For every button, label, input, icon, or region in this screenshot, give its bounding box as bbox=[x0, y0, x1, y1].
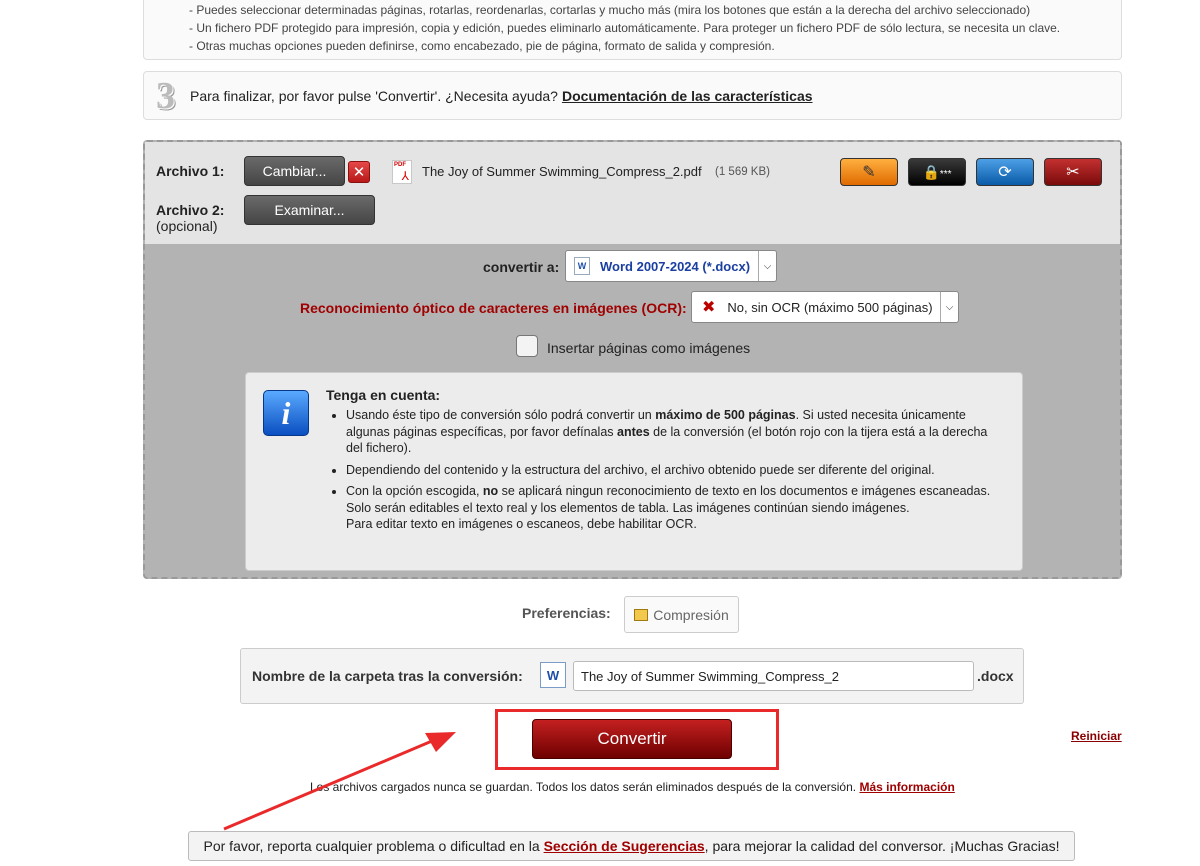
note-list: Usando éste tipo de conversión sólo podr… bbox=[326, 407, 1006, 533]
folder-name-box: Nombre de la carpeta tras la conversión:… bbox=[240, 648, 1024, 704]
features-info-box: - Puedes seleccionar determinadas página… bbox=[143, 0, 1122, 60]
info-line-2: - Un fichero PDF protegido para impresió… bbox=[189, 21, 1061, 35]
documentation-link[interactable]: Documentación de las características bbox=[562, 88, 813, 104]
note-title: Tenga en cuenta: bbox=[326, 387, 441, 403]
highlight-annotation bbox=[495, 709, 779, 770]
step-number: 3 bbox=[156, 74, 175, 117]
ocr-value: No, sin OCR (máximo 500 páginas) bbox=[727, 299, 933, 315]
feedback-box: Por favor, reporta cualquier problema o … bbox=[188, 831, 1075, 861]
ocr-label: Reconocimiento óptico de caracteres en i… bbox=[300, 300, 687, 316]
feedback-text-end: , para mejorar la calidad del conversor.… bbox=[704, 838, 1060, 854]
word-icon: W bbox=[540, 662, 566, 688]
x-icon: ✕ bbox=[352, 164, 366, 181]
lock-password-icon: 🔒*** bbox=[922, 163, 952, 180]
more-info-link[interactable]: Más información bbox=[859, 780, 954, 794]
info-line-1: - Puedes seleccionar determinadas página… bbox=[189, 3, 1031, 17]
compression-button[interactable]: Compresión bbox=[624, 596, 739, 633]
info-icon: i bbox=[263, 390, 309, 436]
conversion-panel: Archivo 1: Cambiar... ✕ PDF ⅄ The Joy of … bbox=[143, 140, 1122, 579]
password-button[interactable]: 🔒*** bbox=[908, 158, 966, 186]
output-format-value: Word 2007-2024 (*.docx) bbox=[600, 258, 751, 274]
ocr-select[interactable]: ✖ No, sin OCR (máximo 500 páginas) ⌵ bbox=[691, 291, 959, 323]
reset-link[interactable]: Reiniciar bbox=[1071, 729, 1122, 743]
folder-extension: .docx bbox=[977, 668, 1014, 684]
x-icon: ✖ bbox=[702, 299, 716, 316]
change-file-button[interactable]: Cambiar... bbox=[244, 156, 345, 186]
word-icon: W bbox=[574, 257, 590, 275]
files-area: Archivo 1: Cambiar... ✕ PDF ⅄ The Joy of … bbox=[145, 142, 1120, 244]
step-3-box: 3 Para finalizar, por favor pulse 'Conve… bbox=[143, 71, 1122, 120]
file2-optional: (opcional) bbox=[156, 218, 218, 234]
file-name: The Joy of Summer Swimming_Compress_2.pd… bbox=[422, 164, 702, 179]
insert-pages-label: Insertar páginas como imágenes bbox=[547, 340, 751, 356]
scissors-icon: ✂ bbox=[1066, 164, 1080, 181]
remove-file-button[interactable]: ✕ bbox=[348, 161, 370, 183]
feedback-text: Por favor, reporta cualquier problema o … bbox=[203, 838, 540, 854]
magic-wand-icon: ✎ bbox=[862, 164, 876, 181]
magic-wand-button[interactable]: ✎ bbox=[840, 158, 898, 186]
rotate-button[interactable]: ⟳ bbox=[976, 158, 1034, 186]
info-line-3: - Otras muchas opciones pueden definirse… bbox=[189, 39, 775, 53]
folder-name-label: Nombre de la carpeta tras la conversión: bbox=[252, 668, 523, 684]
folder-name-input[interactable]: The Joy of Summer Swimming_Compress_2 bbox=[573, 661, 974, 691]
step-3-text: Para finalizar, por favor pulse 'Convert… bbox=[190, 87, 558, 104]
rotate-icon: ⟳ bbox=[998, 164, 1012, 181]
compression-label: Compresión bbox=[653, 606, 729, 623]
file2-label: Archivo 2: bbox=[156, 202, 225, 218]
note-box: i Tenga en cuenta: Usando éste tipo de c… bbox=[245, 372, 1023, 571]
compression-icon bbox=[634, 608, 649, 621]
privacy-text: Los archivos cargados nunca se guardan. … bbox=[310, 780, 857, 794]
file1-label: Archivo 1: bbox=[156, 163, 225, 179]
file-size: (1 569 KB) bbox=[715, 166, 770, 178]
output-format-select[interactable]: W Word 2007-2024 (*.docx) ⌵ bbox=[565, 250, 777, 282]
note-item: Con la opción escogida, no se aplicará n… bbox=[346, 483, 1006, 533]
privacy-note: Los archivos cargados nunca se guardan. … bbox=[310, 780, 955, 794]
chevron-down-icon: ⌵ bbox=[758, 251, 776, 281]
chevron-down-icon: ⌵ bbox=[940, 292, 958, 322]
browse-file-button[interactable]: Examinar... bbox=[244, 195, 375, 225]
preferences-label: Preferencias: bbox=[522, 605, 611, 621]
suggestions-link[interactable]: Sección de Sugerencias bbox=[544, 838, 705, 854]
convert-to-label: convertir a: bbox=[483, 259, 560, 275]
note-item: Dependiendo del contenido y la estructur… bbox=[346, 462, 1006, 479]
insert-pages-checkbox[interactable] bbox=[516, 335, 538, 357]
pdf-icon: PDF ⅄ bbox=[392, 160, 412, 184]
cut-pages-button[interactable]: ✂ bbox=[1044, 158, 1102, 186]
note-item: Usando éste tipo de conversión sólo podr… bbox=[346, 407, 1006, 457]
